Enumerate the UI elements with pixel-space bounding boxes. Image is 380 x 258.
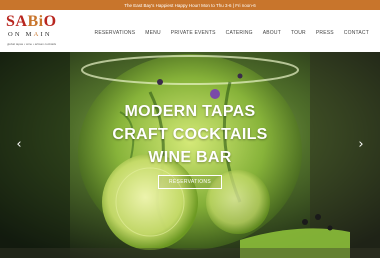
logo[interactable]: SABiO ON MAIN global tapas • wine • arti…	[6, 14, 66, 48]
main-nav: RESERVATIONS MENU PRIVATE EVENTS CATERIN…	[85, 30, 369, 36]
hero-line-2: CRAFT COCKTAILS	[112, 126, 268, 143]
announcement-bar: The East Bay's Happiest Happy Hour! Mon …	[0, 0, 380, 10]
chevron-right-icon[interactable]: ›	[356, 138, 366, 152]
nav-contact[interactable]: CONTACT	[344, 30, 369, 36]
hero-line-1: MODERN TAPAS	[124, 103, 256, 120]
hero-line-3: WINE BAR	[148, 149, 232, 166]
nav-private-events[interactable]: PRIVATE EVENTS	[171, 30, 216, 36]
site-header: SABiO ON MAIN global tapas • wine • arti…	[0, 10, 380, 52]
hero-headline: MODERN TAPAS CRAFT COCKTAILS WINE BAR	[0, 100, 380, 169]
nav-tour[interactable]: TOUR	[291, 30, 306, 36]
hero-reservations-button[interactable]: RESERVATIONS	[158, 175, 222, 189]
nav-catering[interactable]: CATERING	[226, 30, 253, 36]
logo-subword: ON MAIN	[8, 31, 52, 38]
nav-about[interactable]: ABOUT	[263, 30, 281, 36]
hero-slider: MODERN TAPAS CRAFT COCKTAILS WINE BAR RE…	[0, 52, 380, 258]
announcement-text: The East Bay's Happiest Happy Hour! Mon …	[124, 2, 256, 8]
chevron-left-icon[interactable]: ‹	[14, 138, 24, 152]
nav-menu[interactable]: MENU	[145, 30, 161, 36]
nav-reservations[interactable]: RESERVATIONS	[95, 30, 136, 36]
logo-wordmark: SABiO	[6, 13, 57, 30]
nav-press[interactable]: PRESS	[316, 30, 334, 36]
logo-tagline: global tapas • wine • artisan cocktails	[7, 42, 57, 46]
